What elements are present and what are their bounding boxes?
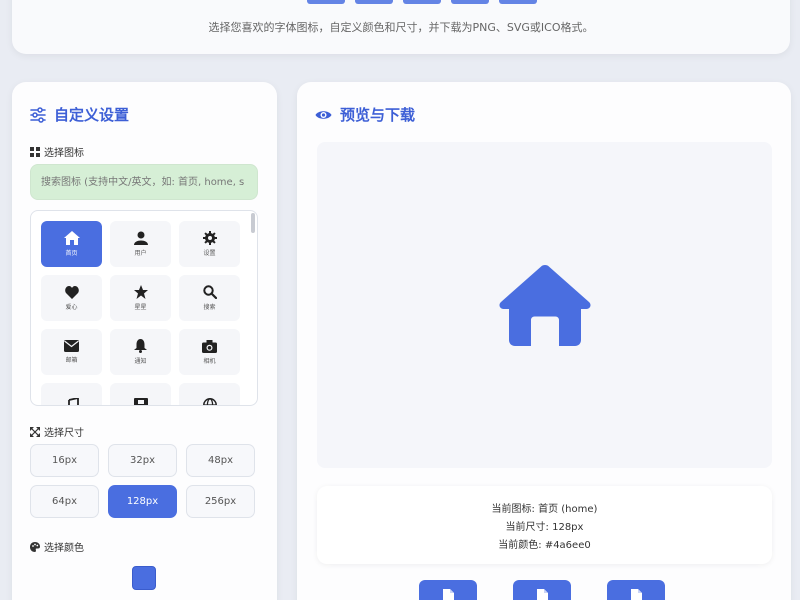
icon-option-user[interactable]: 用户 (110, 221, 171, 267)
download-svg-button[interactable] (513, 580, 571, 600)
icon-option-heart[interactable]: 爱心 (41, 275, 102, 321)
page-subtitle: 选择您喜欢的字体图标，自定义颜色和尺寸，并下载为PNG、SVG或ICO格式。 (208, 21, 594, 34)
page-title-cropped (302, 0, 542, 6)
icon-info-box: 当前图标: 首页 (home) 当前尺寸: 128px 当前颜色: #4a6ee… (317, 486, 772, 564)
size-option-256[interactable]: 256px (186, 485, 255, 518)
palette-icon (30, 541, 40, 552)
file-svg-icon (536, 588, 548, 600)
bell-icon (134, 339, 147, 353)
icon-search-input[interactable] (30, 164, 258, 200)
gear-icon (202, 231, 217, 245)
choose-color-label: 选择颜色 (30, 539, 84, 554)
size-option-32[interactable]: 32px (108, 444, 177, 477)
icon-option-globe[interactable] (179, 383, 240, 405)
camera-icon (202, 339, 217, 353)
header-card: 选择您喜欢的字体图标，自定义颜色和尺寸，并下载为PNG、SVG或ICO格式。 (12, 0, 790, 54)
size-option-128[interactable]: 128px (108, 485, 177, 518)
size-options: 16px 32px 48px 64px 128px 256px (30, 444, 255, 518)
film-icon (133, 397, 148, 405)
eye-icon (315, 110, 332, 119)
size-option-48[interactable]: 48px (186, 444, 255, 477)
icon-option-bell[interactable]: 通知 (110, 329, 171, 375)
icon-list[interactable]: 首页 用户 设置 爱心 星星 搜索 邮箱 通知 相机 (30, 210, 258, 406)
expand-icon (30, 426, 40, 437)
preview-header: 预览与下载 (315, 104, 415, 125)
icon-option-gear[interactable]: 设置 (179, 221, 240, 267)
current-color-text: 当前颜色: #4a6ee0 (498, 539, 591, 551)
settings-header: 自定义设置 (30, 104, 129, 125)
icon-preview-area (317, 142, 772, 468)
file-png-icon (442, 588, 454, 600)
icon-option-search[interactable]: 搜索 (179, 275, 240, 321)
choose-icon-label: 选择图标 (30, 144, 84, 159)
settings-title: 自定义设置 (54, 106, 130, 124)
icon-option-film[interactable] (110, 383, 171, 405)
heart-icon (64, 285, 79, 299)
preview-title: 预览与下载 (340, 106, 416, 124)
star-icon (133, 285, 148, 299)
download-png-button[interactable] (419, 580, 477, 600)
music-icon (67, 397, 79, 405)
icon-option-star[interactable]: 星星 (110, 275, 171, 321)
icon-list-scrollbar[interactable] (251, 213, 255, 233)
size-option-64[interactable]: 64px (30, 485, 99, 518)
download-ico-button[interactable] (607, 580, 665, 600)
globe-icon (202, 397, 217, 405)
envelope-icon (64, 340, 79, 352)
settings-panel: 自定义设置 选择图标 首页 用户 (12, 82, 277, 600)
home-icon (63, 231, 80, 245)
sliders-icon (30, 106, 46, 123)
user-icon (133, 231, 148, 245)
icon-option-envelope[interactable]: 邮箱 (41, 329, 102, 375)
icon-option-music[interactable] (41, 383, 102, 405)
size-option-16[interactable]: 16px (30, 444, 99, 477)
home-icon (498, 265, 591, 346)
file-ico-icon (630, 588, 642, 600)
icon-option-home[interactable]: 首页 (41, 221, 102, 267)
download-buttons (419, 580, 665, 600)
search-icon (202, 285, 217, 299)
icon-option-camera[interactable]: 相机 (179, 329, 240, 375)
current-icon-text: 当前图标: 首页 (home) (491, 503, 598, 515)
preview-panel: 预览与下载 当前图标: 首页 (home) 当前尺寸: 128px 当前颜色: … (297, 82, 791, 600)
current-size-text: 当前尺寸: 128px (505, 521, 584, 533)
grid-icon (30, 146, 40, 157)
choose-size-label: 选择尺寸 (30, 424, 84, 439)
color-picker-swatch[interactable] (132, 566, 156, 590)
